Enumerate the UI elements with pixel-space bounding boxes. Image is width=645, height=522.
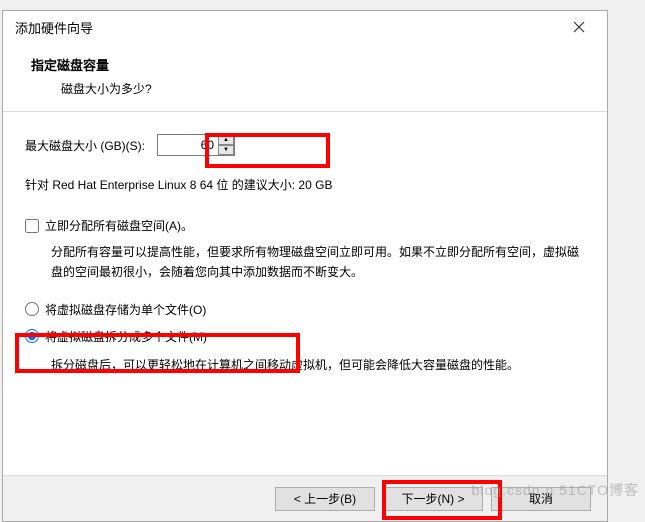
single-file-radio[interactable] <box>25 302 39 316</box>
highlight-next-button <box>382 480 502 520</box>
back-button[interactable]: < 上一步(B) <box>275 487 375 511</box>
highlight-disk-size <box>205 133 330 168</box>
allocate-now-label: 立即分配所有磁盘空间(A)。 <box>45 217 193 234</box>
close-icon <box>573 21 585 33</box>
add-hardware-wizard-dialog: 添加硬件向导 指定磁盘容量 磁盘大小为多少? 最大磁盘大小 (GB)(S): ▲… <box>2 10 608 522</box>
close-button[interactable] <box>559 13 599 41</box>
allocate-now-row: 立即分配所有磁盘空间(A)。 <box>25 217 585 234</box>
highlight-multi-file <box>15 333 300 373</box>
single-file-row: 将虚拟磁盘存储为单个文件(O) <box>25 301 585 318</box>
divider <box>3 111 607 112</box>
cancel-button[interactable]: 取消 <box>491 487 591 511</box>
single-file-label: 将虚拟磁盘存储为单个文件(O) <box>45 301 206 318</box>
button-bar: < 上一步(B) 下一步(N) > 取消 <box>3 475 607 521</box>
allocate-now-checkbox[interactable] <box>25 219 39 233</box>
dialog-title: 添加硬件向导 <box>15 18 93 37</box>
recommended-size: 针对 Red Hat Enterprise Linux 8 64 位 的建议大小… <box>25 176 585 193</box>
titlebar: 添加硬件向导 <box>3 11 607 43</box>
wizard-header: 指定磁盘容量 磁盘大小为多少? <box>3 43 607 105</box>
header-subtitle: 磁盘大小为多少? <box>31 80 579 97</box>
disk-size-label: 最大磁盘大小 (GB)(S): <box>25 137 145 154</box>
header-title: 指定磁盘容量 <box>31 55 579 74</box>
allocate-now-description: 分配所有容量可以提高性能，但要求所有物理磁盘空间立即可用。如果不立即分配所有空间… <box>25 242 585 283</box>
